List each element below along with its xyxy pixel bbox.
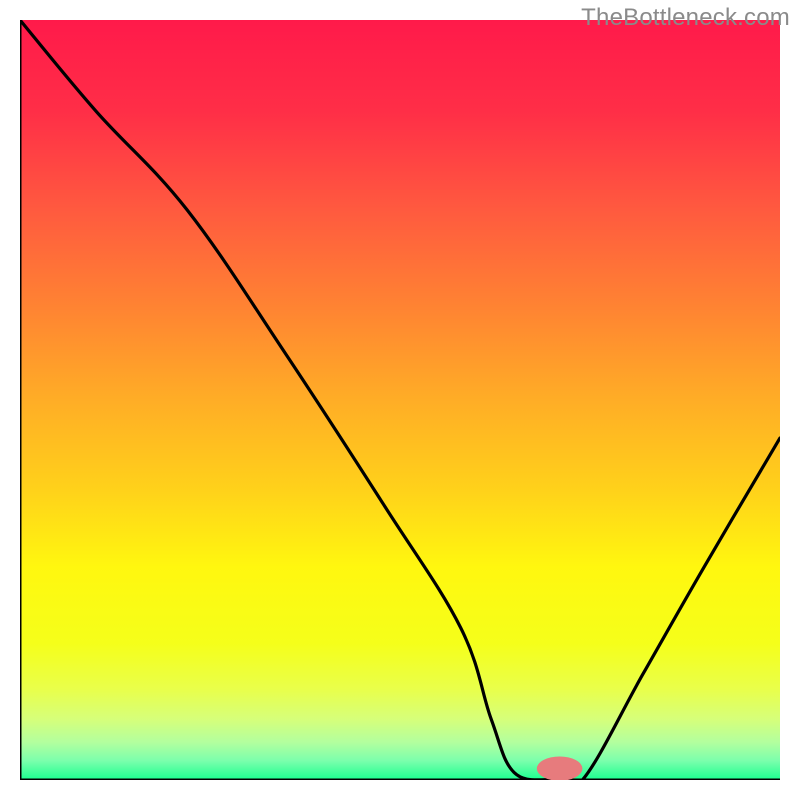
chart-container: TheBottleneck.com (0, 0, 800, 800)
gradient-fill (20, 20, 780, 780)
plot-area (20, 20, 780, 780)
watermark-text: TheBottleneck.com (581, 4, 790, 32)
optimum-marker (537, 756, 583, 780)
chart-svg (20, 20, 780, 780)
